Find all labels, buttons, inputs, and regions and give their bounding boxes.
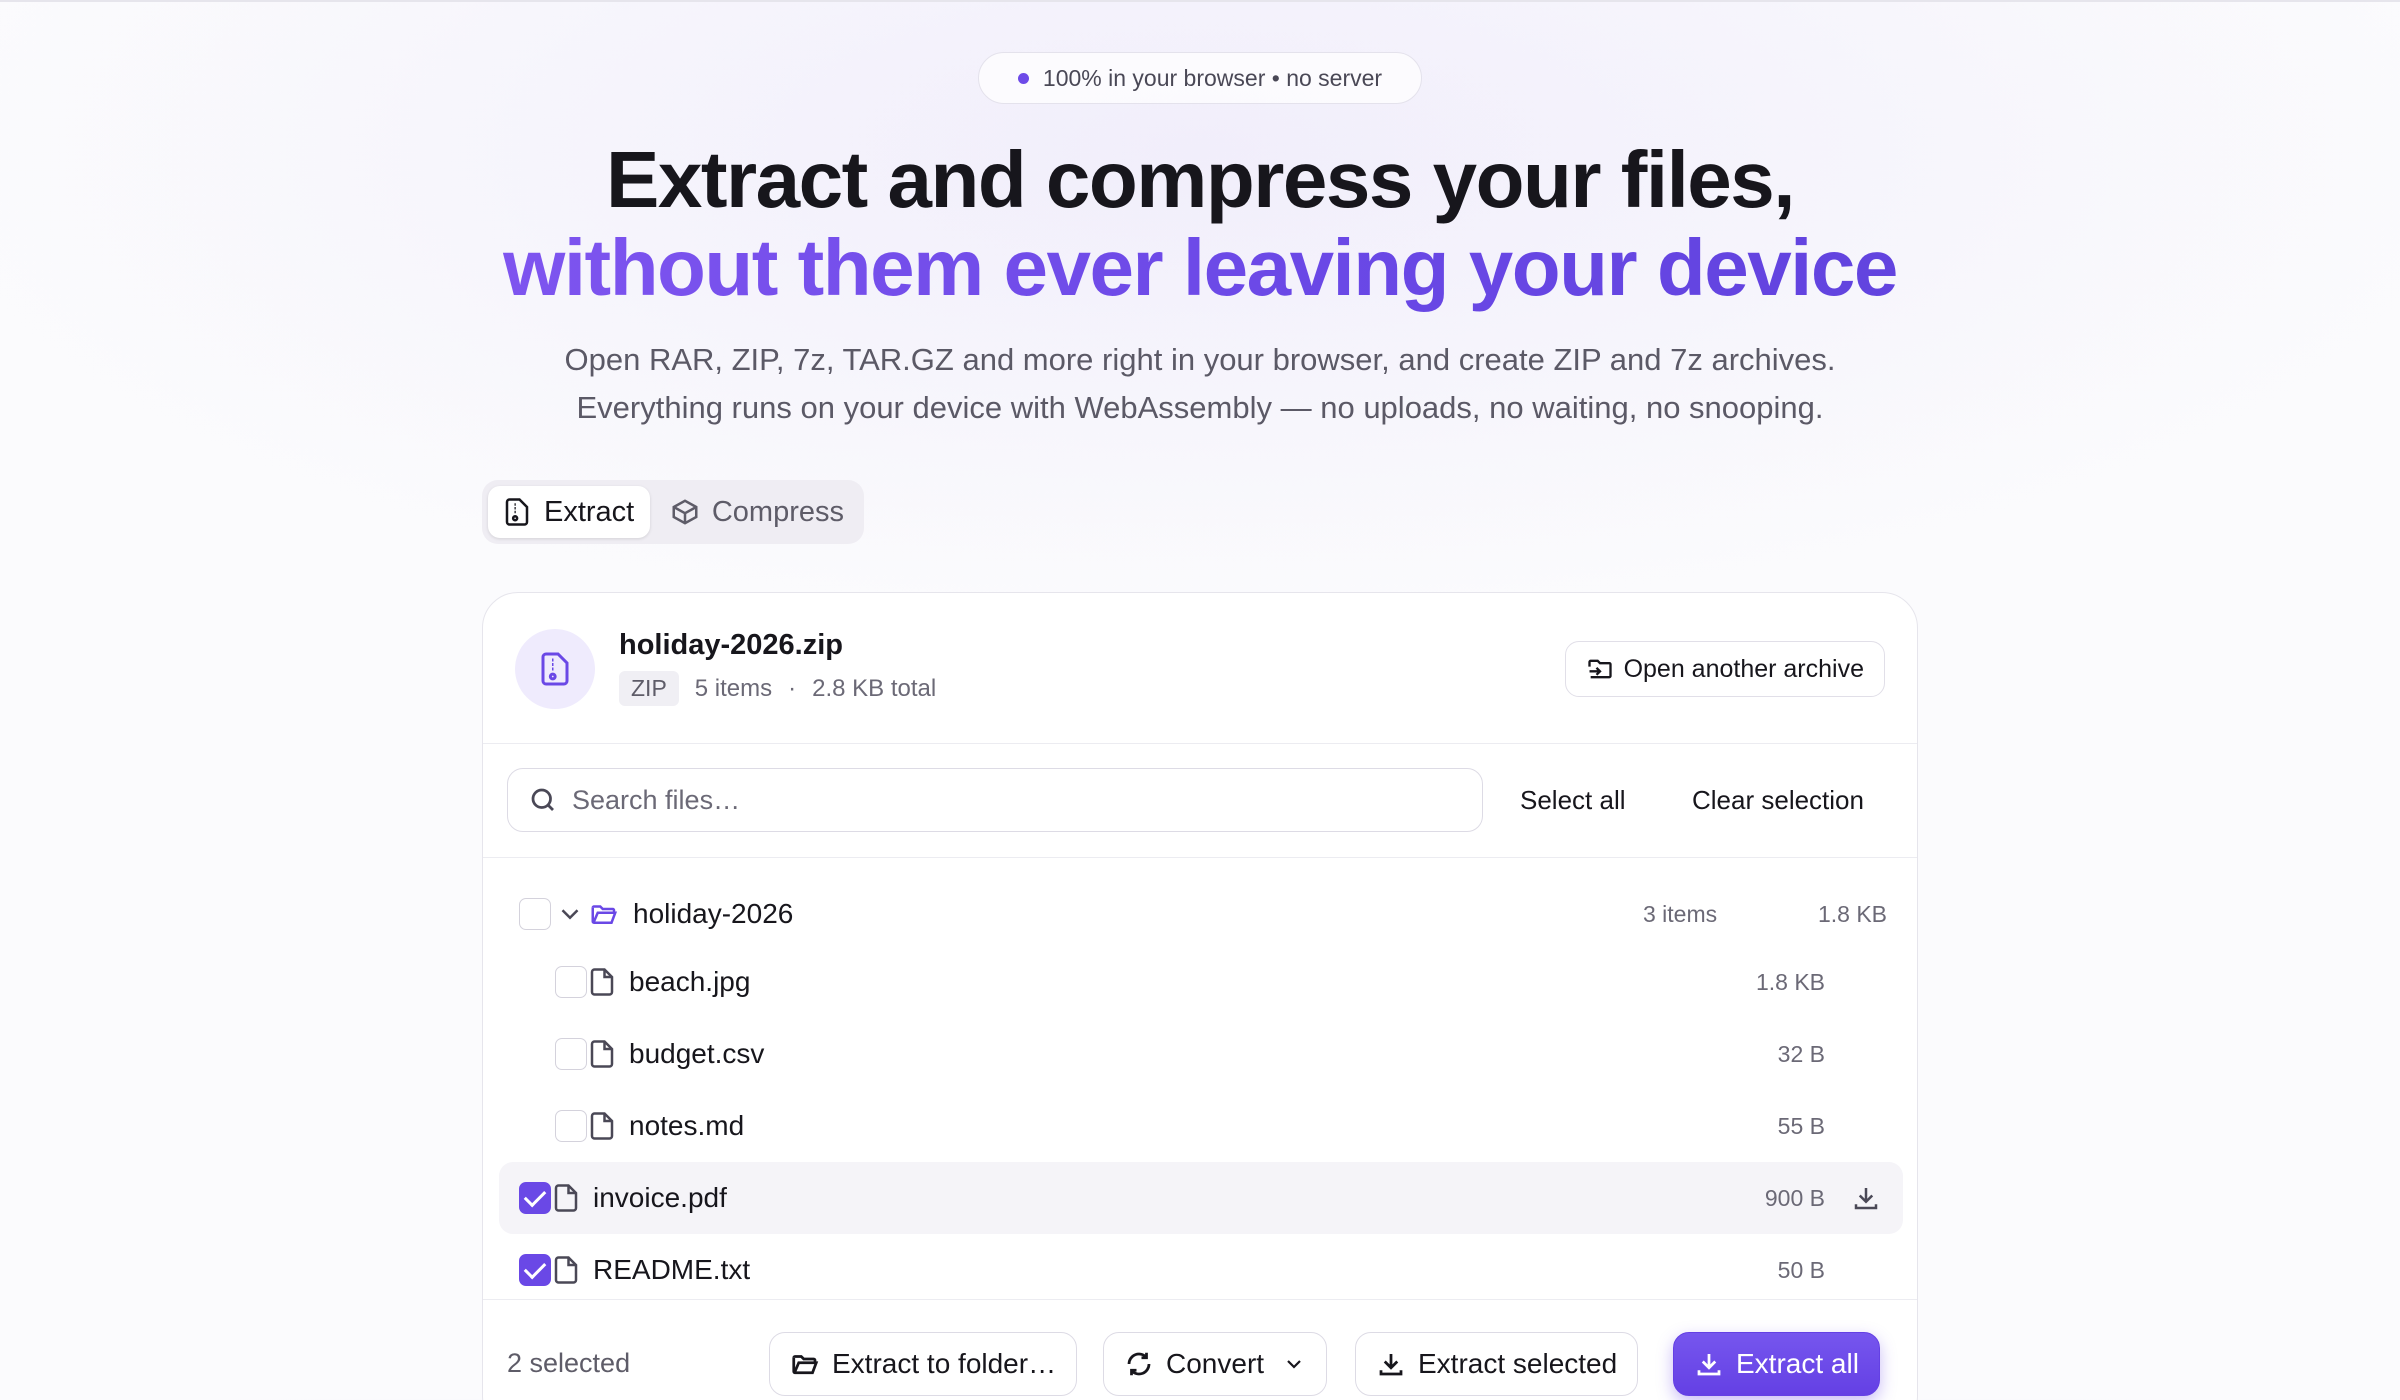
file-name: beach.jpg [629,966,751,997]
list-item-selected[interactable]: README.txt 50 B [499,1234,1903,1306]
open-another-archive-label: Open another archive [1623,654,1864,683]
privacy-badge: 100% in your browser • no server [978,52,1422,104]
file-checkbox[interactable] [555,1038,587,1070]
hero-subtitle-line2: Everything runs on your device with WebA… [576,390,1824,425]
selected-count: 2 selected [507,1348,631,1378]
tab-compress-label: Compress [711,495,844,528]
file-checkbox-checked[interactable] [519,1254,551,1286]
format-badge: ZIP [619,671,679,706]
clear-selection-button[interactable]: Clear selection [1692,768,1864,832]
search-input[interactable] [572,784,1452,816]
tab-extract[interactable]: Extract [488,486,650,538]
list-item[interactable]: budget.csv 32 B [499,1018,1903,1090]
package-icon [672,499,698,525]
status-dot-icon [1017,72,1029,84]
file-toolbar: Select all Clear selection [483,744,1917,858]
file-name: README.txt [593,1254,751,1285]
file-icon [590,968,614,996]
extract-all-label: Extract all [1736,1348,1859,1379]
file-icon [590,1040,614,1068]
archive-meta: ZIP 5 items · 2.8 KB total [619,671,936,706]
hero-title: Extract and compress your files, without… [0,136,2400,312]
convert-label: Convert [1166,1348,1265,1379]
file-size: 32 B [1777,1040,1825,1067]
file-name: budget.csv [629,1038,765,1069]
folder-item-count: 3 items [1643,900,1718,927]
mode-tabs: Extract Compress [482,480,864,544]
top-border [0,0,2400,2]
extract-to-folder-label: Extract to folder… [832,1348,1057,1379]
archive-item-count: 5 items [694,674,773,702]
folder-input-icon [1587,659,1612,679]
list-item-selected[interactable]: invoice.pdf 900 B [499,1162,1903,1234]
file-archive-icon [505,498,529,526]
file-icon [554,1184,578,1212]
file-checkbox-checked[interactable] [519,1182,551,1214]
file-icon [554,1256,578,1284]
folder-name: holiday-2026 [633,898,794,929]
archive-total-size: 2.8 KB total [812,674,937,702]
extract-selected-label: Extract selected [1418,1348,1618,1379]
chevron-down-icon[interactable] [555,899,585,929]
hero-subtitle-line1: Open RAR, ZIP, 7z, TAR.GZ and more right… [564,342,1836,377]
chevron-down-icon [1287,1360,1301,1369]
download-icon [1379,1354,1403,1376]
folder-open-icon [591,905,618,924]
refresh-icon [1127,1352,1151,1376]
folder-open-icon [792,1355,819,1375]
meta-separator: · [788,674,797,702]
hero-subtitle: Open RAR, ZIP, 7z, TAR.GZ and more right… [0,336,2400,432]
extract-selected-button[interactable]: Extract selected [1355,1332,1639,1396]
file-size: 55 B [1777,1112,1825,1139]
convert-dropdown-button[interactable]: Convert [1103,1332,1328,1396]
file-size: 50 B [1777,1256,1825,1283]
file-size: 900 B [1764,1184,1825,1211]
extract-all-button[interactable]: Extract all [1673,1332,1880,1396]
extract-to-folder-button[interactable]: Extract to folder… [769,1332,1078,1396]
tab-extract-label: Extract [544,495,635,528]
hero-title-line1: Extract and compress your files, [605,135,1796,224]
file-checkbox[interactable] [555,1110,587,1142]
file-checkbox[interactable] [555,966,587,998]
open-another-archive-button[interactable]: Open another archive [1564,641,1885,697]
tab-compress[interactable]: Compress [656,486,858,538]
list-item[interactable]: notes.md 55 B [499,1090,1903,1162]
search-box [507,768,1483,832]
file-icon [590,1112,614,1140]
privacy-badge-text: 100% in your browser • no server [1042,64,1383,91]
archive-name: holiday-2026.zip [619,629,844,661]
file-size: 1.8 KB [1755,968,1825,995]
folder-checkbox[interactable] [519,898,551,930]
select-all-button[interactable]: Select all [1520,768,1626,832]
download-icon [1697,1354,1721,1376]
file-name: notes.md [629,1110,745,1141]
archive-header: holiday-2026.zip ZIP 5 items · 2.8 KB to… [483,593,1917,744]
folder-size: 1.8 KB [1817,900,1887,927]
action-footer: 2 selected Extract to folder… Convert Ex… [483,1299,1917,1400]
archive-avatar [515,629,595,709]
file-name: invoice.pdf [593,1182,727,1213]
search-icon [531,788,554,811]
download-icon[interactable] [1851,1183,1881,1213]
list-item[interactable]: beach.jpg 1.8 KB [499,946,1903,1018]
archive-card: holiday-2026.zip ZIP 5 items · 2.8 KB to… [482,592,1918,1400]
folder-row[interactable]: holiday-2026 3 items 1.8 KB [499,878,1903,950]
file-archive-icon [541,652,569,686]
hero-title-line2: without them ever leaving your device [0,224,2400,312]
